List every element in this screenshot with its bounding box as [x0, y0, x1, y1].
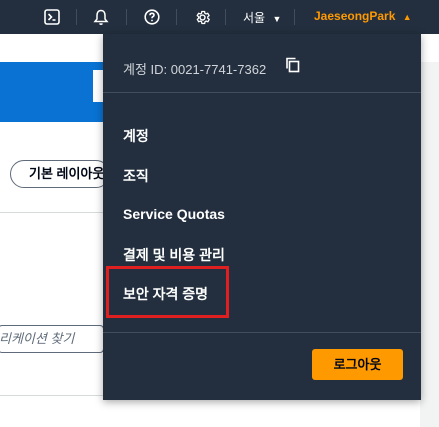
page-header-banner [0, 62, 103, 122]
bell-icon[interactable] [91, 7, 111, 27]
account-name: JaeseongPark [314, 9, 396, 23]
find-applications-input[interactable]: 리케이션 찾기 [0, 325, 104, 353]
menu-item-billing[interactable]: 결제 및 비용 관리 [123, 245, 225, 265]
nav-divider [126, 9, 127, 25]
account-dropdown: 계정 ID: 0021-7741-7362 계정 조직 Service Quot… [103, 34, 421, 400]
logout-button[interactable]: 로그아웃 [312, 349, 403, 380]
nav-divider [176, 9, 177, 25]
caret-down-icon: ▼ [272, 14, 282, 24]
copy-icon[interactable] [285, 57, 300, 78]
header-input-fragment [93, 70, 103, 102]
gear-icon[interactable] [192, 7, 212, 27]
nav-divider [76, 9, 77, 25]
menu-item-service-quotas[interactable]: Service Quotas [123, 206, 225, 222]
default-layout-button[interactable]: 기본 레이아웃 [10, 160, 110, 188]
menu-divider [103, 332, 421, 333]
caret-up-icon: ▲ [402, 12, 412, 22]
region-label: 서울 [243, 11, 266, 25]
top-nav-bar: 서울 ▼ JaeseongPark ▲ [0, 0, 439, 34]
cloudshell-icon[interactable] [42, 7, 62, 27]
highlight-box [106, 266, 229, 318]
menu-item-account[interactable]: 계정 [123, 126, 149, 146]
nav-divider [294, 9, 295, 25]
account-id: 계정 ID: 0021-7741-7362 [123, 62, 267, 77]
menu-divider [103, 92, 421, 93]
help-icon[interactable] [142, 7, 162, 27]
right-panel-edge [420, 62, 439, 427]
region-selector[interactable]: 서울 ▼ [243, 9, 281, 26]
nav-divider [225, 9, 226, 25]
account-menu-trigger[interactable]: JaeseongPark ▲ [314, 9, 412, 23]
divider [0, 212, 103, 213]
menu-item-organization[interactable]: 조직 [123, 166, 149, 186]
